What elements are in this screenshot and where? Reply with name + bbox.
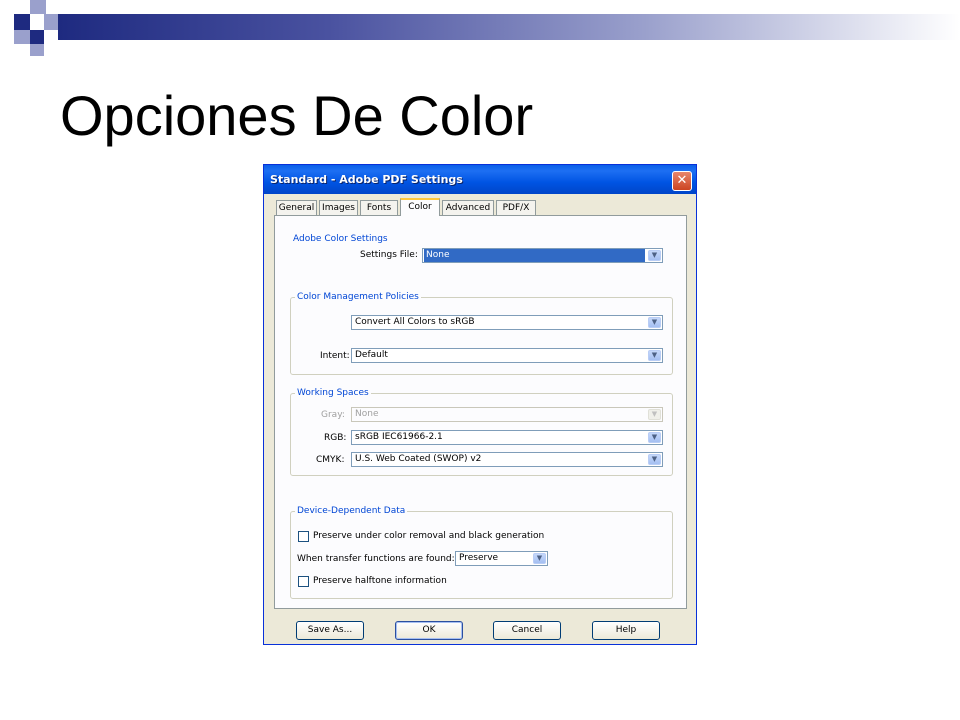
chevron-down-icon: ▼	[648, 432, 661, 443]
pdf-settings-dialog: Standard - Adobe PDF Settings ✕ General …	[263, 164, 697, 645]
rgb-value: sRGB IEC61966-2.1	[355, 432, 443, 442]
gray-select: None ▼	[351, 407, 663, 422]
transfer-functions-label: When transfer functions are found:	[297, 554, 455, 564]
help-button[interactable]: Help	[592, 621, 660, 640]
ok-button[interactable]: OK	[395, 621, 463, 640]
rgb-select[interactable]: sRGB IEC61966-2.1 ▼	[351, 430, 663, 445]
gray-label: Gray:	[321, 410, 345, 420]
cmyk-value: U.S. Web Coated (SWOP) v2	[355, 454, 482, 464]
decoration-square	[44, 14, 58, 30]
dialog-title: Standard - Adobe PDF Settings	[270, 173, 463, 186]
adobe-color-settings-label: Adobe Color Settings	[291, 233, 390, 245]
preserve-halftone-label[interactable]: Preserve halftone information	[313, 575, 447, 587]
chevron-down-icon: ▼	[648, 350, 661, 361]
tab-general[interactable]: General	[276, 200, 317, 215]
settings-file-label: Settings File:	[360, 250, 418, 260]
tab-color[interactable]: Color	[400, 198, 440, 216]
policy-value: Convert All Colors to sRGB	[355, 317, 475, 327]
tab-pdfx[interactable]: PDF/X	[496, 200, 536, 215]
settings-file-value: None	[424, 249, 645, 262]
device-dependent-label: Device-Dependent Data	[295, 505, 408, 517]
save-as-button[interactable]: Save As...	[296, 621, 364, 640]
rgb-label: RGB:	[324, 433, 347, 443]
decoration-square	[30, 30, 44, 44]
chevron-down-icon: ▼	[648, 317, 661, 328]
decoration-square	[30, 44, 44, 56]
gray-value: None	[355, 409, 379, 419]
preserve-ucr-checkbox[interactable]	[298, 531, 309, 542]
intent-value: Default	[355, 350, 388, 360]
color-management-label: Color Management Policies	[295, 291, 421, 303]
working-spaces-label: Working Spaces	[295, 387, 371, 399]
decoration-square	[14, 14, 30, 30]
close-icon: ✕	[676, 173, 688, 188]
decoration-bar	[58, 14, 960, 40]
intent-label: Intent:	[320, 351, 350, 361]
chevron-down-icon: ▼	[648, 250, 661, 261]
transfer-functions-value: Preserve	[459, 553, 499, 563]
chevron-down-icon: ▼	[648, 454, 661, 465]
tab-images[interactable]: Images	[319, 200, 358, 215]
transfer-functions-select[interactable]: Preserve ▼	[455, 551, 548, 566]
settings-file-select[interactable]: None ▼	[422, 248, 663, 263]
slide-decoration	[0, 0, 960, 60]
slide-title: Opciones De Color	[60, 84, 534, 147]
intent-select[interactable]: Default ▼	[351, 348, 663, 363]
tab-fonts[interactable]: Fonts	[360, 200, 398, 215]
policy-select[interactable]: Convert All Colors to sRGB ▼	[351, 315, 663, 330]
tab-advanced[interactable]: Advanced	[442, 200, 494, 215]
cmyk-label: CMYK:	[316, 455, 345, 465]
cmyk-select[interactable]: U.S. Web Coated (SWOP) v2 ▼	[351, 452, 663, 467]
decoration-square	[14, 30, 30, 44]
chevron-down-icon: ▼	[533, 553, 546, 564]
chevron-down-icon: ▼	[648, 409, 661, 420]
close-button[interactable]: ✕	[672, 171, 692, 191]
color-management-group: Color Management Policies	[290, 291, 673, 375]
decoration-square	[30, 0, 46, 14]
preserve-halftone-checkbox[interactable]	[298, 576, 309, 587]
cancel-button[interactable]: Cancel	[493, 621, 561, 640]
preserve-ucr-label[interactable]: Preserve under color removal and black g…	[313, 530, 544, 542]
dialog-titlebar[interactable]: Standard - Adobe PDF Settings ✕	[264, 165, 696, 194]
color-tab-panel: Adobe Color Settings Settings File: None…	[274, 215, 687, 609]
